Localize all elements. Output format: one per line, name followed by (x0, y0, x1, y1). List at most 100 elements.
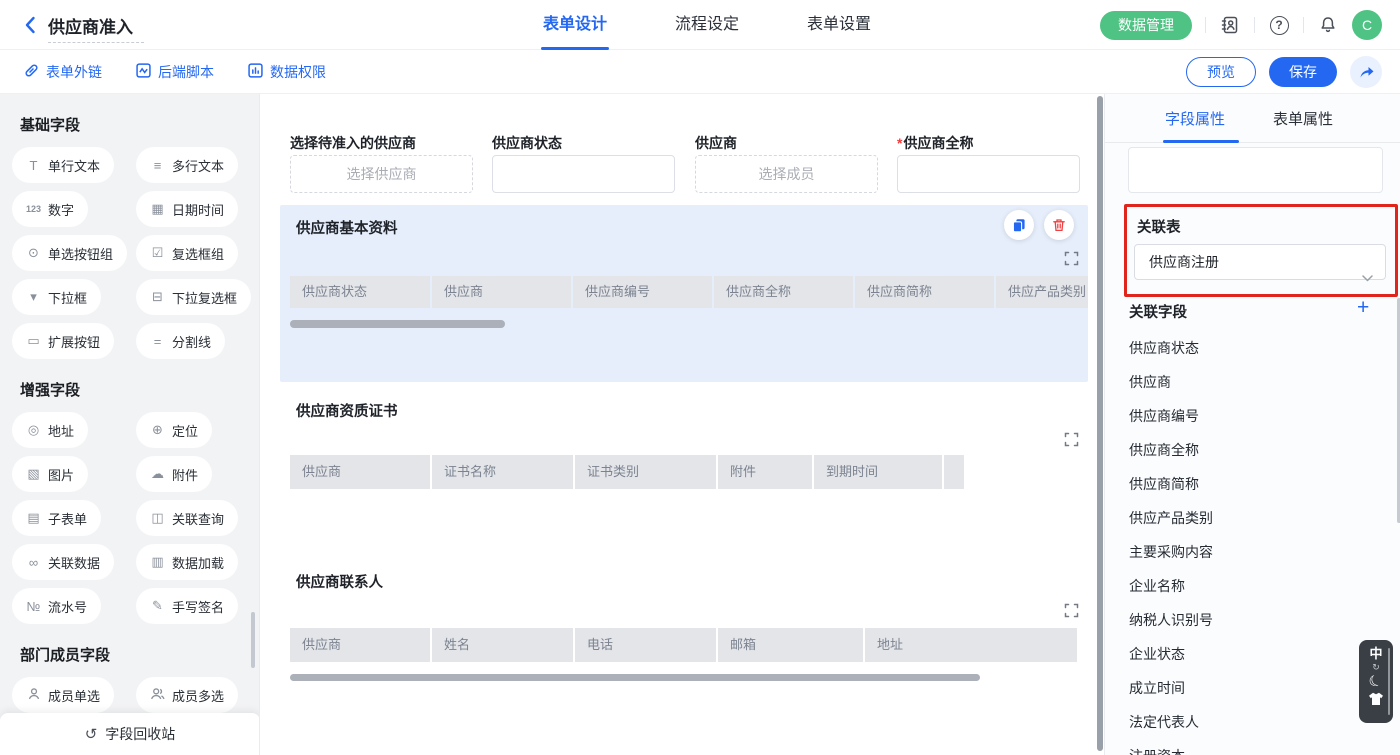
section-supplier-basic-info[interactable]: 供应商基本资料 供应商状态 供应商 供应商编号 供应商全称 供应商简称 供应产品… (280, 205, 1088, 382)
pill-image[interactable]: ▧图片 (12, 456, 88, 492)
preview-button[interactable]: 预览 (1186, 57, 1256, 87)
column-header: 证书名称 (432, 455, 573, 489)
pill-related-query[interactable]: ◫关联查询 (136, 500, 238, 536)
related-field-item[interactable]: 供应商编号 (1129, 404, 1369, 438)
group-title-basic: 基础字段 (20, 114, 259, 135)
canvas-vertical-scrollbar[interactable] (1097, 96, 1103, 751)
toolbar-links: 表单外链 后端脚本 数据权限 (24, 50, 326, 94)
horizontal-scrollbar[interactable] (290, 674, 980, 681)
bell-icon[interactable] (1317, 14, 1339, 36)
pill-number[interactable]: 123数字 (12, 191, 88, 227)
related-field-item[interactable]: 供应产品类别 (1129, 506, 1369, 540)
pill-member-single[interactable]: 成员单选 (12, 677, 114, 713)
related-table-select[interactable]: 供应商注册 (1134, 244, 1386, 280)
delete-button[interactable] (1044, 210, 1074, 240)
field-recycle-bin[interactable]: ↺ 字段回收站 (0, 713, 260, 755)
pill-radio-group[interactable]: ⊙单选按钮组 (12, 235, 127, 271)
related-table-label: 关联表 (1137, 216, 1181, 237)
field-label: 供应商状态 (492, 133, 562, 153)
related-field-item[interactable]: 供应商状态 (1129, 336, 1369, 370)
pill-subform[interactable]: ▤子表单 (12, 500, 101, 536)
widget-slider-line (1388, 648, 1390, 715)
pill-multi-line-text[interactable]: ≡多行文本 (136, 147, 238, 183)
pill-data-load[interactable]: ▥数据加载 (136, 544, 238, 580)
chevron-down-icon (1362, 260, 1373, 294)
pill-location[interactable]: ⊕定位 (136, 412, 212, 448)
data-permission-link[interactable]: 数据权限 (248, 50, 326, 94)
pill-checkbox-group[interactable]: ☑复选框组 (136, 235, 238, 271)
add-related-field-button[interactable]: + (1357, 297, 1369, 318)
related-field-item[interactable]: 纳税人识别号 (1129, 608, 1369, 642)
related-field-item[interactable]: 注册资本 (1129, 744, 1369, 755)
pill-multi-dropdown[interactable]: ⊟下拉复选框 (136, 279, 251, 315)
pill-attachment[interactable]: ☁附件 (136, 456, 212, 492)
column-header: 附件 (718, 455, 812, 489)
related-field-item[interactable]: 供应商简称 (1129, 472, 1369, 506)
pill-single-line-text[interactable]: T单行文本 (12, 147, 114, 183)
column-header: 供应商 (290, 628, 430, 662)
divider (1205, 17, 1206, 33)
sync-icon[interactable]: ↻ (1372, 662, 1380, 672)
section-supplier-contacts[interactable]: 供应商联系人 供应商 姓名 电话 邮箱 地址 (280, 560, 1088, 720)
select-supplier-input[interactable]: 选择供应商 (290, 155, 473, 193)
pill-datetime[interactable]: ▦日期时间 (136, 191, 238, 227)
pill-extend-button[interactable]: ▭扩展按钮 (12, 323, 114, 359)
tab-form-settings[interactable]: 表单设置 (807, 0, 871, 50)
app-root: 供应商准入 表单设计 流程设定 表单设置 数据管理 ? (0, 0, 1400, 755)
sidebar-scrollbar[interactable] (251, 612, 255, 668)
horizontal-scrollbar[interactable] (290, 320, 505, 328)
supplier-status-input[interactable] (492, 155, 675, 193)
group-title-enhanced: 增强字段 (20, 379, 259, 400)
address-book-icon[interactable] (1219, 14, 1241, 36)
column-header: 供应商简称 (855, 276, 994, 308)
pill-dropdown[interactable]: ▾下拉框 (12, 279, 101, 315)
related-field-item[interactable]: 主要采购内容 (1129, 540, 1369, 574)
section-title: 供应商基本资料 (296, 217, 398, 238)
tab-field-properties[interactable]: 字段属性 (1165, 108, 1225, 129)
share-button[interactable] (1350, 56, 1382, 88)
back-icon[interactable] (20, 14, 42, 36)
expand-icon[interactable] (1064, 432, 1079, 447)
table-header-row: 供应商状态 供应商 供应商编号 供应商全称 供应商简称 供应产品类别 (290, 276, 1088, 308)
pill-member-multi[interactable]: 成员多选 (136, 677, 238, 713)
supplier-fullname-input[interactable] (897, 155, 1080, 193)
select-member-input[interactable]: 选择成员 (695, 155, 878, 193)
title-underline (48, 42, 144, 43)
save-button[interactable]: 保存 (1269, 57, 1337, 87)
related-fields-label: 关联字段 (1129, 301, 1187, 322)
field-library-sidebar: 基础字段 T单行文本 ≡多行文本 123数字 ▦日期时间 ⊙单选按钮组 ☑复选框… (0, 94, 260, 755)
column-header: 姓名 (432, 628, 573, 662)
pill-signature[interactable]: ✎手写签名 (136, 588, 238, 624)
pill-divider-line[interactable]: =分割线 (136, 323, 225, 359)
copy-button[interactable] (1004, 210, 1034, 240)
avatar[interactable]: C (1352, 10, 1382, 40)
related-field-item[interactable]: 企业名称 (1129, 574, 1369, 608)
tab-form-design[interactable]: 表单设计 (543, 0, 607, 50)
dark-mode-moon-icon[interactable]: ☾ (1366, 671, 1386, 693)
help-icon[interactable]: ? (1268, 14, 1290, 36)
section-supplier-certificates[interactable]: 供应商资质证书 供应商 证书名称 证书类别 附件 到期时间 (280, 390, 1088, 532)
related-field-item[interactable]: 法定代表人 (1129, 710, 1369, 744)
pill-serial-number[interactable]: №流水号 (12, 588, 101, 624)
related-field-item[interactable]: 供应商 (1129, 370, 1369, 404)
form-external-link[interactable]: 表单外链 (24, 50, 102, 94)
related-field-item[interactable]: 企业状态 (1129, 642, 1369, 676)
tab-form-properties[interactable]: 表单属性 (1273, 108, 1333, 129)
data-manage-button[interactable]: 数据管理 (1100, 11, 1192, 40)
panel-active-tab-underline (1163, 140, 1239, 143)
field-title-input[interactable] (1128, 147, 1383, 193)
pill-related-data[interactable]: ∞关联数据 (12, 544, 114, 580)
recycle-icon: ↺ (85, 725, 98, 743)
related-field-item[interactable]: 供应商全称 (1129, 438, 1369, 472)
expand-icon[interactable] (1064, 251, 1079, 266)
related-field-item[interactable]: 成立时间 (1129, 676, 1369, 710)
divider-line-icon: = (150, 334, 165, 349)
language-toggle-icon[interactable]: 中 (1369, 646, 1382, 661)
pill-address[interactable]: ◎地址 (12, 412, 88, 448)
backend-script-link[interactable]: 后端脚本 (136, 50, 214, 94)
link-icon (24, 63, 39, 81)
tab-flow-setting[interactable]: 流程设定 (675, 0, 739, 50)
field-label: 供应商 (695, 133, 737, 153)
theme-shirt-icon[interactable] (1368, 692, 1384, 711)
expand-icon[interactable] (1064, 603, 1079, 618)
